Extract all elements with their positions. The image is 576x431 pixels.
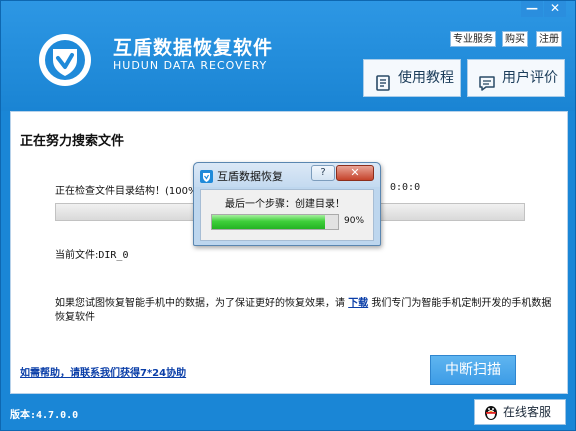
- register-link[interactable]: 注册: [536, 31, 562, 47]
- mobile-recovery-note: 如果您试图恢复智能手机中的数据，为了保证更好的恢复效果，请 下载 我们专门为智能…: [55, 297, 555, 325]
- tutorial-button[interactable]: 使用教程: [363, 59, 461, 97]
- book-icon: [374, 70, 392, 106]
- penguin-icon: [482, 403, 500, 429]
- minimize-button[interactable]: —: [521, 1, 543, 17]
- online-service-button[interactable]: 在线客服: [474, 399, 566, 425]
- current-file-value: DIR_0: [98, 250, 129, 261]
- version-label: 版本:4.7.0.0: [10, 410, 79, 421]
- dialog-help-button[interactable]: ?: [311, 165, 335, 181]
- app-title: 互盾数据恢复软件: [113, 37, 274, 59]
- buy-link[interactable]: 购买: [502, 31, 528, 47]
- dialog-titlebar[interactable]: 互盾数据恢复 ? ✕: [194, 163, 380, 187]
- dialog-close-button[interactable]: ✕: [336, 165, 374, 181]
- check-status-text: 正在检查文件目录结构！(100%: [55, 186, 198, 197]
- help-contact-link[interactable]: 如需帮助，请联系我们获得7*24协助: [20, 364, 186, 379]
- pro-service-link[interactable]: 专业服务: [450, 31, 496, 47]
- close-button[interactable]: ✕: [544, 1, 566, 17]
- shield-icon: [200, 168, 213, 183]
- dialog-step-text: 最后一个步骤：创建目录！: [225, 199, 345, 210]
- dialog-title: 互盾数据恢复: [217, 170, 283, 183]
- scan-panel: 正在努力搜索文件 正在检查文件目录结构！(100% 0:0:0 当前文件:DIR…: [10, 111, 568, 394]
- stop-scan-button[interactable]: 中断扫描: [430, 355, 516, 385]
- elapsed-time: 0:0:0: [390, 182, 421, 193]
- online-service-label: 在线客服: [503, 405, 552, 419]
- dialog-progress-bar: [211, 214, 339, 230]
- dialog-progress-fill: [212, 215, 326, 229]
- progress-dialog: 互盾数据恢复 ? ✕ 最后一个步骤：创建目录！ 90%: [193, 162, 381, 246]
- shield-logo-icon: [39, 34, 91, 86]
- mobile-note-text: 如果您试图恢复智能手机中的数据，为了保证更好的恢复效果，请: [55, 298, 345, 309]
- dialog-body: 最后一个步骤：创建目录！ 90%: [200, 189, 374, 241]
- chat-icon: [478, 70, 496, 106]
- app-subtitle: HUDUN DATA RECOVERY: [113, 59, 268, 72]
- dialog-progress-percent: 90%: [344, 216, 365, 226]
- download-link[interactable]: 下载: [348, 298, 368, 309]
- review-label: 用户评价: [502, 70, 558, 86]
- current-file-label: 当前文件:: [55, 250, 99, 261]
- current-file-row: 当前文件:DIR_0: [55, 246, 128, 261]
- tutorial-label: 使用教程: [398, 70, 454, 86]
- header: 互盾数据恢复软件 HUDUN DATA RECOVERY — ✕ 专业服务 购买…: [1, 1, 575, 111]
- user-review-button[interactable]: 用户评价: [467, 59, 565, 97]
- search-status-title: 正在努力搜索文件: [20, 134, 125, 149]
